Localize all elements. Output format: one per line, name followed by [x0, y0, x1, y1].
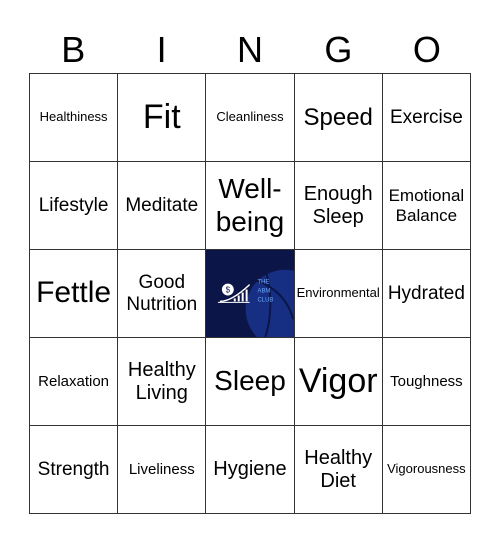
bingo-cell[interactable]: Hygiene — [206, 426, 295, 514]
bingo-cell[interactable]: Vigorousness — [382, 426, 471, 514]
bingo-cell[interactable]: Speed — [294, 74, 383, 162]
bingo-cell[interactable]: Sleep — [206, 338, 295, 426]
bingo-cell[interactable]: Fit — [118, 74, 207, 162]
bingo-cell[interactable]: Cleanliness — [206, 74, 295, 162]
bingo-cell[interactable]: Healthiness — [30, 74, 119, 162]
header-letter-n: N — [237, 29, 264, 70]
bingo-cell[interactable]: Strength — [30, 426, 119, 514]
bingo-cell[interactable]: Hydrated — [382, 250, 471, 338]
bingo-cell[interactable]: Meditate — [118, 162, 207, 250]
abm-club-logo: $ THE ABM CLUB — [206, 250, 294, 337]
logo-text-abm: ABM — [258, 289, 271, 295]
bingo-cell[interactable]: Well-being — [206, 162, 295, 250]
bingo-cell[interactable]: Fettle — [30, 250, 119, 338]
bingo-cell[interactable]: Healthy Diet — [294, 426, 383, 514]
bingo-cell[interactable]: Toughness — [382, 338, 471, 426]
free-space-logo[interactable]: $ THE ABM CLUB — [206, 250, 295, 338]
bingo-cell[interactable]: Enough Sleep — [294, 162, 383, 250]
header-letter-i: I — [156, 29, 167, 70]
bingo-cell[interactable]: Lifestyle — [30, 162, 119, 250]
bingo-cell[interactable]: Liveliness — [118, 426, 207, 514]
bingo-cell[interactable]: Good Nutrition — [118, 250, 207, 338]
bingo-cell[interactable]: Environmental — [294, 250, 383, 338]
bingo-header: B I N G O — [29, 28, 471, 72]
header-letter-g: G — [324, 29, 353, 70]
bingo-grid: Healthiness Fit Cleanliness Speed Exerci… — [29, 73, 471, 514]
header-letter-b: B — [61, 29, 86, 70]
logo-text-club: CLUB — [258, 297, 274, 303]
bingo-cell[interactable]: Relaxation — [30, 338, 119, 426]
bingo-cell[interactable]: Emotional Balance — [382, 162, 471, 250]
header-letter-o: O — [412, 29, 441, 70]
bingo-cell[interactable]: Vigor — [294, 338, 383, 426]
logo-text-the: THE — [258, 280, 270, 286]
bingo-cell[interactable]: Healthy Living — [118, 338, 207, 426]
svg-text:$: $ — [226, 286, 231, 295]
bingo-cell[interactable]: Exercise — [382, 74, 471, 162]
